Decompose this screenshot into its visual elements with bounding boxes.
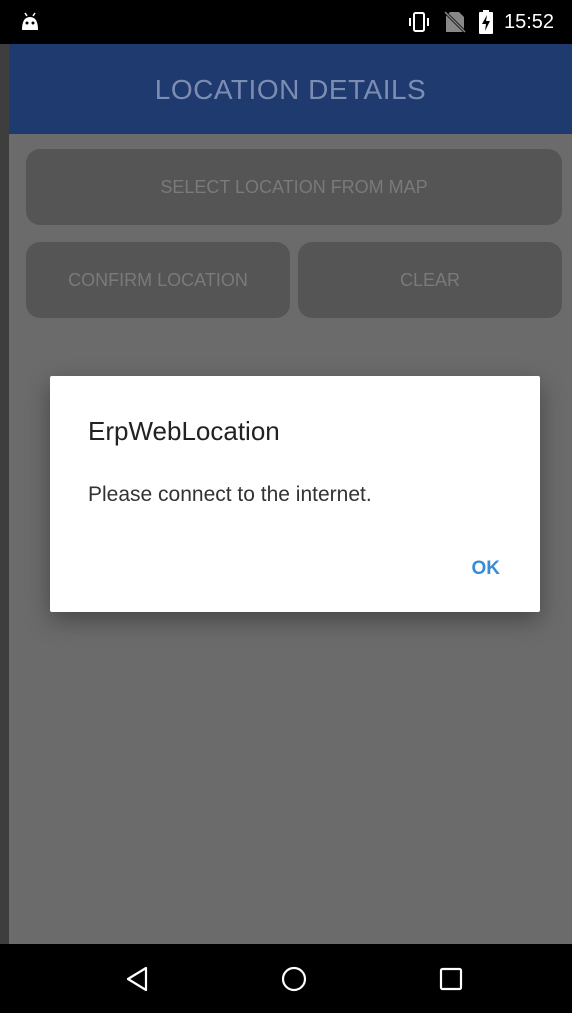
page-title: LOCATION DETAILS (154, 74, 427, 105)
left-edge-divider (0, 44, 9, 944)
select-location-button[interactable]: SELECT LOCATION FROM MAP (26, 149, 562, 225)
clear-button[interactable]: CLEAR (298, 242, 562, 318)
vibrate-icon (409, 12, 429, 32)
dialog-message: Please connect to the internet. (88, 483, 372, 506)
android-icon (22, 12, 38, 30)
status-bar: 15:52 (0, 0, 572, 44)
app-screen: 15:52 LOCATION DETAILS SELECT LOCATION F… (0, 0, 572, 1013)
no-sim-icon (444, 10, 466, 34)
app-bar: LOCATION DETAILS (9, 44, 572, 134)
dialog-title: ErpWebLocation (88, 416, 280, 446)
battery-charging-icon (479, 10, 493, 34)
back-icon[interactable] (122, 964, 152, 994)
alert-dialog: ErpWebLocation Please connect to the int… (50, 376, 540, 612)
home-icon[interactable] (279, 964, 309, 994)
recents-icon[interactable] (436, 964, 466, 994)
ok-button[interactable]: OK (472, 558, 501, 580)
status-clock: 15:52 (504, 11, 555, 33)
navigation-bar (0, 944, 572, 1013)
confirm-location-button[interactable]: CONFIRM LOCATION (26, 242, 290, 318)
